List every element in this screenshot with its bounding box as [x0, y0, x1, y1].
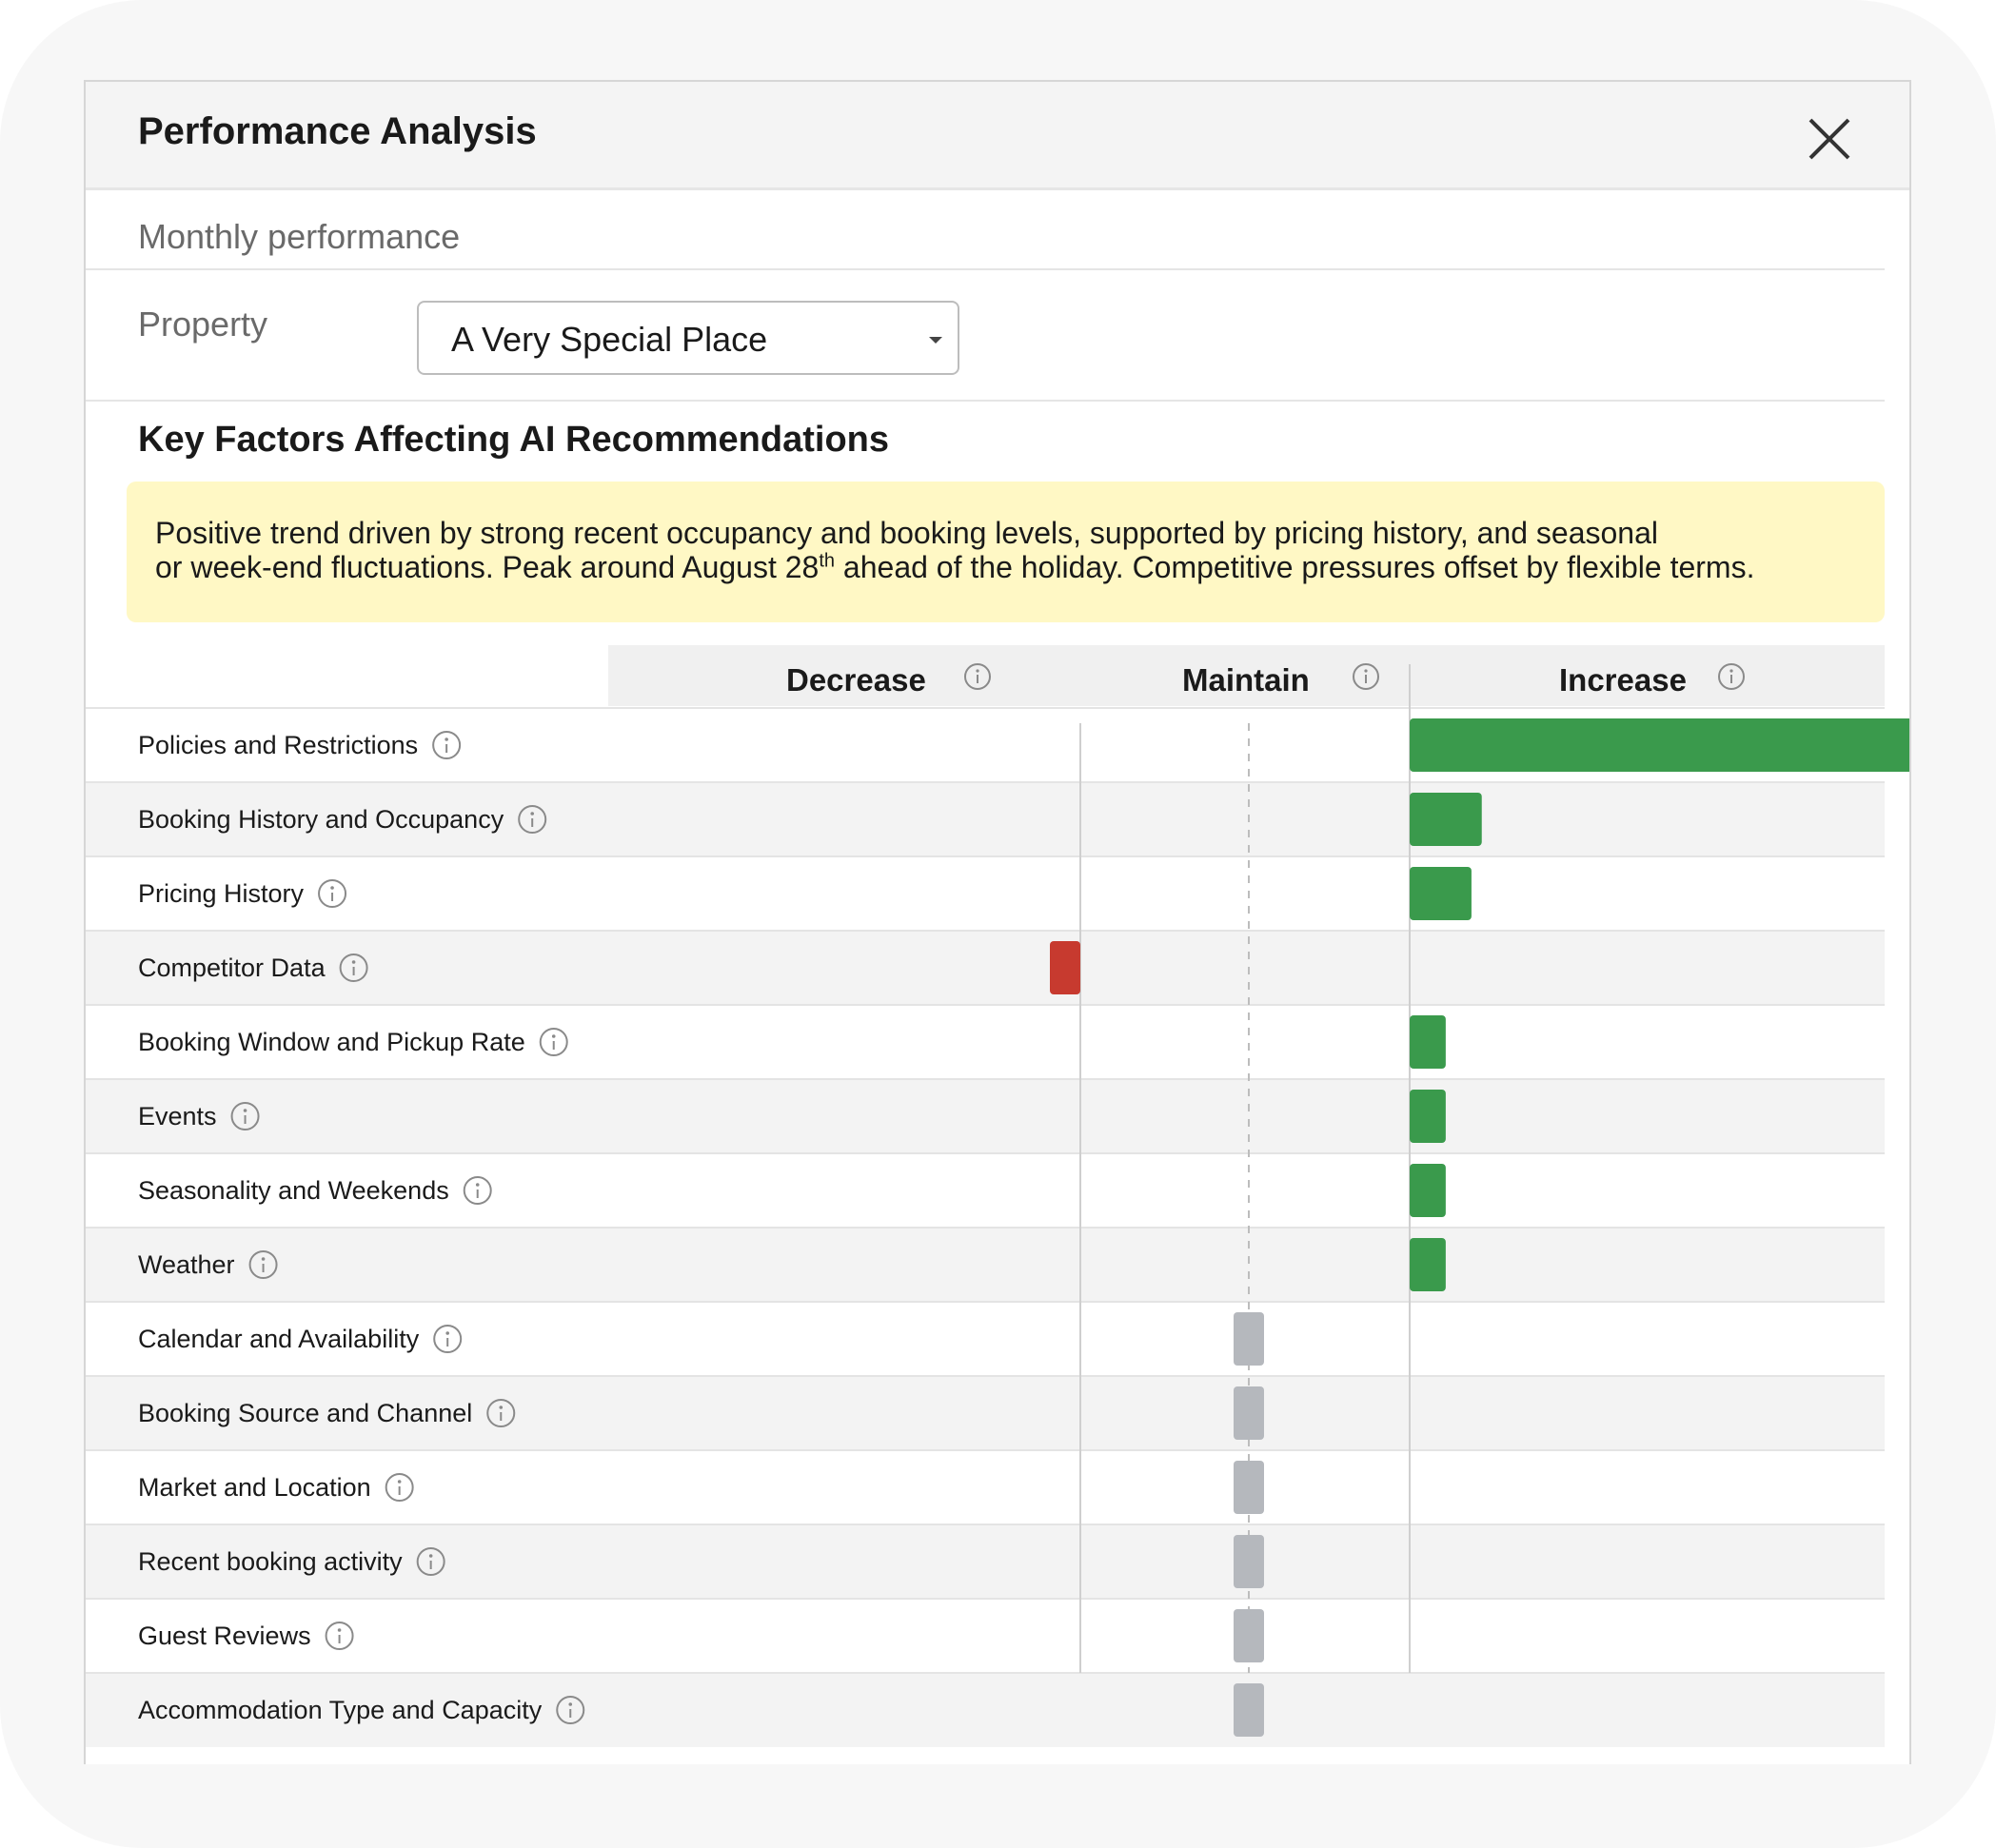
impact-bar-increase: [1410, 718, 1909, 772]
impact-bar-maintain: [1234, 1461, 1264, 1514]
row-background: [86, 856, 1885, 931]
factor-label: Recent booking activity: [138, 1547, 403, 1576]
factor-label: Market and Location: [138, 1473, 371, 1502]
factor-label: Guest Reviews: [138, 1622, 311, 1650]
factor-label: Policies and Restrictions: [138, 731, 418, 759]
factor-label: Seasonality and Weekends: [138, 1176, 449, 1205]
factor-label: Accommodation Type and Capacity: [138, 1696, 543, 1724]
impact-bar-increase: [1410, 793, 1482, 846]
factor-label: Booking History and Occupancy: [138, 805, 504, 834]
impact-bar-increase: [1410, 1090, 1446, 1143]
factor-label: Weather: [138, 1250, 235, 1279]
impact-bar-maintain: [1234, 1609, 1264, 1662]
impact-bar-increase: [1410, 1238, 1446, 1291]
factor-label: Pricing History: [138, 879, 305, 908]
impact-bar-maintain: [1234, 1683, 1264, 1737]
impact-bar-maintain: [1234, 1535, 1264, 1588]
window-frame: Performance Analysis Monthly performance…: [0, 0, 1996, 1848]
factor-label: Competitor Data: [138, 953, 326, 982]
impact-bar-maintain: [1234, 1312, 1264, 1366]
factor-label: Booking Window and Pickup Rate: [138, 1028, 525, 1056]
impact-bar-maintain: [1234, 1386, 1264, 1440]
row-background: [86, 1599, 1885, 1673]
impact-bar-increase: [1410, 867, 1472, 920]
impact-bar-increase: [1410, 1015, 1446, 1069]
row-background: [86, 1079, 1885, 1153]
factor-label: Booking Source and Channel: [138, 1399, 472, 1427]
row-background: [86, 1228, 1885, 1302]
impact-bar-increase: [1410, 1164, 1446, 1217]
impact-bar-decrease: [1050, 941, 1080, 994]
factor-impact-chart: Policies and Restrictions Booking History…: [86, 664, 1909, 1747]
factor-label: Calendar and Availability: [138, 1325, 420, 1353]
factor-label: Events: [138, 1102, 217, 1130]
row-background: [86, 931, 1885, 1005]
performance-analysis-panel: Performance Analysis Monthly performance…: [84, 80, 1911, 1764]
